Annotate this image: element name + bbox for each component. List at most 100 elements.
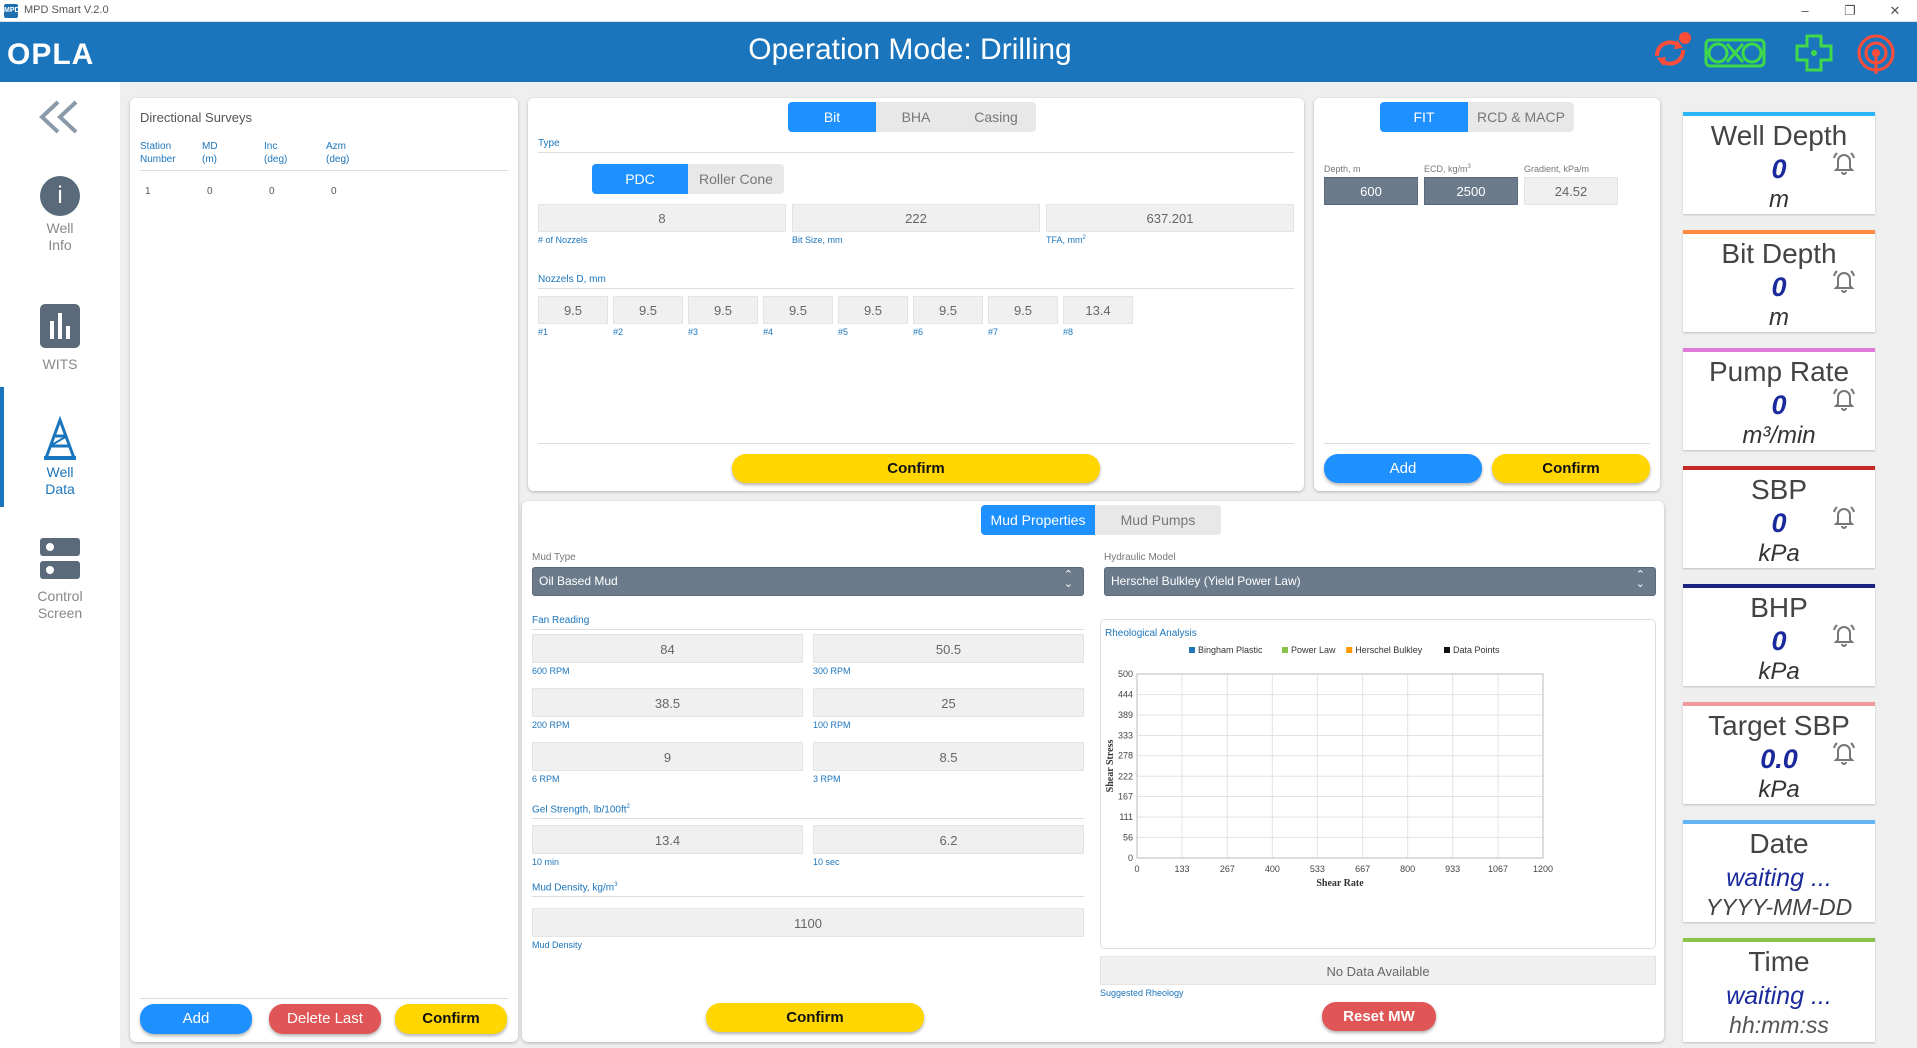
sync-alert-icon[interactable]: [1647, 30, 1693, 76]
y-axis-label: Shear Stress: [1105, 740, 1116, 793]
minimize-button[interactable]: –: [1790, 1, 1820, 21]
hydraulic-model-select[interactable]: Herschel Bulkley (Yield Power Law) ⌃ ⌄: [1104, 567, 1656, 596]
bell-icon[interactable]: [1829, 266, 1859, 296]
sidebar-item-label: Data: [45, 481, 75, 497]
sidebar-item-well-data[interactable]: Well Data: [0, 415, 120, 498]
nozzles-count-input[interactable]: 8: [538, 204, 786, 232]
x-tick-label: 400: [1265, 864, 1280, 874]
fan-200-input[interactable]: 38.5: [532, 688, 803, 717]
divider: [140, 170, 508, 171]
fit-gradient-input: 24.52: [1524, 177, 1618, 205]
option-roller-cone[interactable]: Roller Cone: [688, 164, 784, 194]
card-accent-bar: [1683, 348, 1875, 352]
card-unit: YYYY-MM-DD: [1705, 894, 1853, 920]
bit-size-input[interactable]: 222: [792, 204, 1040, 232]
mud-density-input[interactable]: 1100: [532, 908, 1084, 937]
sidebar-item-well-info[interactable]: i Well Info: [0, 176, 120, 254]
confirm-bit-button[interactable]: Confirm: [732, 454, 1100, 483]
confirm-mud-button[interactable]: Confirm: [706, 1003, 924, 1032]
card-accent-bar: [1683, 112, 1875, 116]
nozzle-input[interactable]: 9.5: [688, 296, 758, 324]
fan-6-input[interactable]: 9: [532, 742, 803, 771]
chevron-updown-icon: ⌃ ⌄: [1635, 569, 1645, 590]
tab-mud-pumps[interactable]: Mud Pumps: [1095, 505, 1221, 535]
col-header-md: MD (m): [202, 141, 218, 165]
fan-label: 600 RPM: [532, 666, 570, 676]
reset-mw-button[interactable]: Reset MW: [1322, 1002, 1436, 1031]
tab-bit[interactable]: Bit: [788, 102, 876, 132]
y-tick-label: 389: [1118, 710, 1133, 720]
drilling-rig-icon: [40, 415, 80, 460]
fan-reading-label: Fan Reading: [532, 615, 590, 626]
nozzle-input[interactable]: 9.5: [763, 296, 833, 324]
sidebar: i Well Info WITS Well Data Control Scree…: [0, 82, 120, 1048]
close-button[interactable]: ✕: [1880, 1, 1910, 21]
x-tick-label: 533: [1310, 864, 1325, 874]
card-title: Time: [1748, 946, 1810, 977]
gel-10min-input[interactable]: 13.4: [532, 825, 803, 854]
fit-ecd-input[interactable]: 2500: [1424, 177, 1518, 205]
fit-depth-input[interactable]: 600: [1324, 177, 1418, 205]
sidebar-item-control-screen[interactable]: Control Screen: [0, 538, 120, 622]
x-tick-label: 0: [1134, 864, 1139, 874]
delete-last-button[interactable]: Delete Last: [269, 1004, 381, 1034]
status-card-bit-depth: Bit Depth 0 m: [1683, 230, 1875, 332]
confirm-surveys-button[interactable]: Confirm: [395, 1004, 507, 1034]
control-screen-icon: [40, 538, 80, 580]
add-survey-button[interactable]: Add: [140, 1004, 252, 1034]
tab-bha[interactable]: BHA: [876, 102, 956, 132]
add-fit-button[interactable]: Add: [1324, 454, 1482, 483]
bell-icon[interactable]: [1829, 148, 1859, 178]
nozzle-input[interactable]: 9.5: [613, 296, 683, 324]
no-data-field: No Data Available: [1100, 956, 1656, 985]
nozzle-input[interactable]: 9.5: [538, 296, 608, 324]
sidebar-item-wits[interactable]: WITS: [0, 304, 120, 373]
signal-antenna-icon[interactable]: [1853, 30, 1899, 76]
panel-title: Directional Surveys: [140, 110, 252, 125]
divider: [140, 998, 508, 999]
bell-icon[interactable]: [1829, 738, 1859, 768]
card-accent-bar: [1683, 938, 1875, 942]
card-unit: m: [1769, 304, 1789, 331]
fan-label: 200 RPM: [532, 720, 570, 730]
collapse-sidebar-icon[interactable]: [38, 100, 82, 139]
fan-100-input[interactable]: 25: [813, 688, 1084, 717]
bell-icon[interactable]: [1829, 620, 1859, 650]
legend-entry: Data Points: [1453, 645, 1500, 655]
bell-icon[interactable]: [1829, 384, 1859, 414]
nozzle-input[interactable]: 9.5: [838, 296, 908, 324]
fan-3-input[interactable]: 8.5: [813, 742, 1084, 771]
fan-label: 3 RPM: [813, 774, 841, 784]
y-tick-label: 444: [1118, 690, 1133, 700]
gel-label: 10 min: [532, 857, 560, 867]
bell-icon[interactable]: [1829, 502, 1859, 532]
nozzle-label: #5: [838, 327, 849, 337]
col-header-inc: Inc (deg): [264, 141, 288, 165]
hydraulic-model-label: Hydraulic Model: [1104, 552, 1176, 563]
plus-cross-icon[interactable]: [1791, 30, 1837, 76]
divider: [1324, 443, 1650, 444]
app-header: OPLA Operation Mode: Drilling: [0, 22, 1917, 82]
drawworks-icon[interactable]: [1702, 30, 1768, 76]
y-tick-label: 222: [1118, 771, 1133, 781]
window-titlebar: MPD MPD Smart V.2.0 – ❐ ✕: [0, 0, 1917, 22]
confirm-fit-button[interactable]: Confirm: [1492, 454, 1650, 483]
fan-300-input[interactable]: 50.5: [813, 634, 1084, 663]
tab-casing[interactable]: Casing: [956, 102, 1036, 132]
tab-mud-properties[interactable]: Mud Properties: [981, 505, 1095, 535]
nozzle-input[interactable]: 13.4: [1063, 296, 1133, 324]
gradient-label: Gradient, kPa/m: [1524, 164, 1590, 174]
nozzle-input[interactable]: 9.5: [913, 296, 983, 324]
gel-10sec-input[interactable]: 6.2: [813, 825, 1084, 854]
nozzle-input[interactable]: 9.5: [988, 296, 1058, 324]
fan-600-input[interactable]: 84: [532, 634, 803, 663]
option-pdc[interactable]: PDC: [592, 164, 688, 194]
divider: [532, 896, 1084, 897]
fan-label: 300 RPM: [813, 666, 851, 676]
tab-rcd-macp[interactable]: RCD & MACP: [1468, 102, 1574, 132]
y-tick-label: 333: [1118, 730, 1133, 740]
window-title: MPD Smart V.2.0: [24, 4, 109, 16]
mud-type-select[interactable]: Oil Based Mud ⌃ ⌄: [532, 567, 1084, 596]
tab-fit[interactable]: FIT: [1380, 102, 1468, 132]
restore-button[interactable]: ❐: [1835, 1, 1865, 21]
